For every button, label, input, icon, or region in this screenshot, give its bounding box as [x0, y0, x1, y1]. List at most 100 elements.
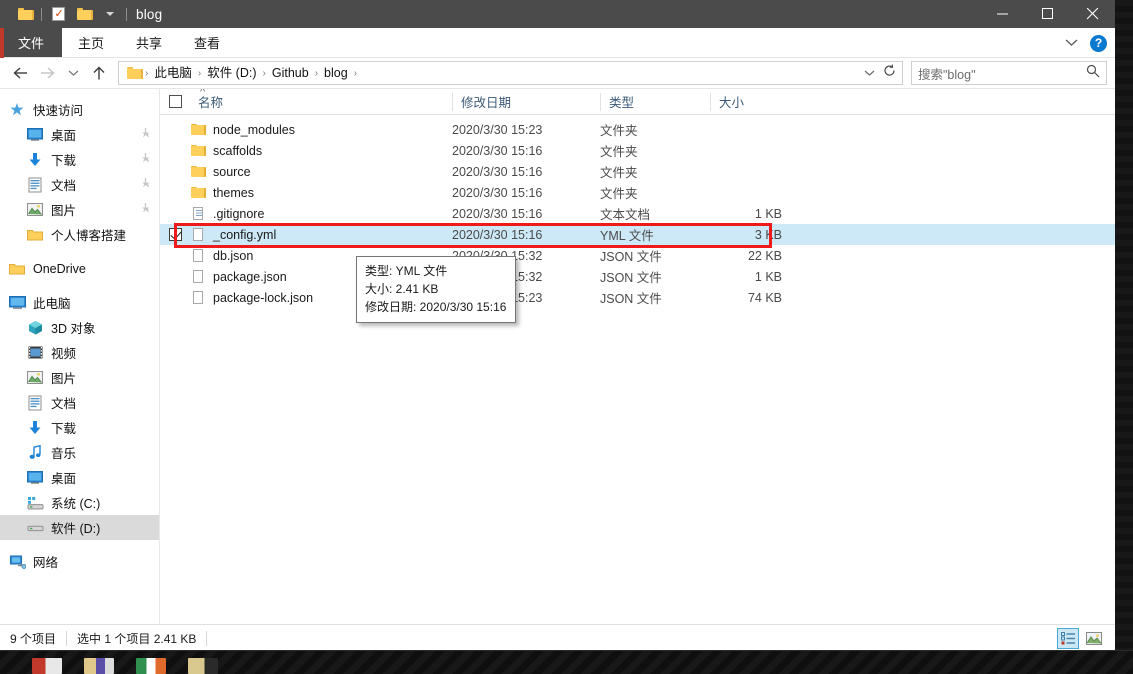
- breadcrumb-item-1[interactable]: 软件 (D:): [202, 62, 261, 84]
- folder-icon: [190, 143, 206, 159]
- sidebar-item-label: 软件 (D:): [51, 518, 100, 537]
- table-row[interactable]: .gitignore2020/3/30 15:16文本文档1 KB: [160, 203, 1115, 224]
- sidebar-item-label: 此电脑: [33, 293, 71, 312]
- accent-stripe: [0, 28, 4, 58]
- column-header-name[interactable]: 名称: [190, 93, 452, 111]
- sidebar-item-7[interactable]: 此电脑: [0, 290, 159, 315]
- cell-type: JSON 文件: [600, 288, 710, 307]
- breadcrumb-item-2[interactable]: Github: [267, 62, 314, 84]
- details-view-icon[interactable]: [1057, 628, 1079, 649]
- sidebar-item-14[interactable]: 桌面: [0, 465, 159, 490]
- table-row[interactable]: package.json2020/3/30 15:32JSON 文件1 KB: [160, 266, 1115, 287]
- close-icon[interactable]: [1070, 0, 1115, 28]
- up-arrow-icon[interactable]: [86, 60, 112, 86]
- onedrive-folder-icon: [8, 260, 26, 278]
- sidebar-item-15[interactable]: 系统 (C:): [0, 490, 159, 515]
- tab-share[interactable]: 共享: [120, 28, 178, 57]
- pin-icon[interactable]: [140, 202, 151, 217]
- pin-icon[interactable]: [140, 152, 151, 167]
- sidebar-item-12[interactable]: 下载: [0, 415, 159, 440]
- sidebar-item-2[interactable]: 下载: [0, 147, 159, 172]
- select-all-checkbox[interactable]: [160, 95, 190, 108]
- sidebar-item-label: 文档: [51, 175, 76, 194]
- drive-icon: [26, 519, 44, 537]
- table-row[interactable]: source2020/3/30 15:16文件夹: [160, 161, 1115, 182]
- customize-caret-icon[interactable]: [97, 0, 123, 28]
- cell-type: JSON 文件: [600, 267, 710, 286]
- view-mode-buttons: [1057, 628, 1105, 649]
- pin-icon[interactable]: [140, 127, 151, 142]
- column-header-type[interactable]: 类型: [600, 93, 710, 111]
- sidebar-item-label: 系统 (C:): [51, 493, 100, 512]
- taskbar-app-icon[interactable]: [136, 658, 166, 674]
- breadcrumb-folder-icon[interactable]: [127, 67, 141, 79]
- tab-view[interactable]: 查看: [178, 28, 236, 57]
- sidebar-item-4[interactable]: 图片: [0, 197, 159, 222]
- quick-access-star-icon: [8, 101, 26, 119]
- new-folder-icon[interactable]: [71, 0, 97, 28]
- cell-name: node_modules: [190, 122, 452, 138]
- taskbar-app-icon[interactable]: [188, 658, 218, 674]
- sidebar-item-1[interactable]: 桌面: [0, 122, 159, 147]
- pin-icon[interactable]: [140, 177, 151, 192]
- refresh-icon[interactable]: [883, 64, 896, 82]
- desktop-icon: [26, 126, 44, 144]
- file-explorer-window: ✓ blog 文件 主页 共享: [0, 0, 1115, 650]
- properties-icon[interactable]: ✓: [45, 0, 71, 28]
- sidebar-item-13[interactable]: 音乐: [0, 440, 159, 465]
- sidebar-item-10[interactable]: 图片: [0, 365, 159, 390]
- recent-locations-icon[interactable]: [60, 60, 86, 86]
- title-bar: ✓ blog: [0, 0, 1115, 28]
- breadcrumb[interactable]: › 此电脑 › 软件 (D:) › Github › blog ›: [118, 61, 903, 85]
- sidebar-item-17[interactable]: 网络: [0, 549, 159, 574]
- taskbar-app-icon[interactable]: [32, 658, 62, 674]
- minimize-icon[interactable]: [980, 0, 1025, 28]
- table-row[interactable]: db.json2020/3/30 15:32JSON 文件22 KB: [160, 245, 1115, 266]
- file-rows: node_modules2020/3/30 15:23文件夹scaffolds2…: [160, 115, 1115, 308]
- sidebar-item-9[interactable]: 视频: [0, 340, 159, 365]
- breadcrumb-item-0[interactable]: 此电脑: [149, 62, 197, 84]
- cell-date: 2020/3/30 15:23: [452, 123, 600, 137]
- column-header-date[interactable]: 修改日期: [452, 93, 600, 111]
- chevron-down-icon[interactable]: [864, 64, 875, 82]
- sidebar-item-6[interactable]: OneDrive: [0, 256, 159, 281]
- row-checkbox[interactable]: [160, 228, 190, 241]
- search-input[interactable]: 搜索"blog": [911, 61, 1107, 85]
- chevron-down-icon[interactable]: [1065, 34, 1078, 52]
- sidebar-item-8[interactable]: 3D 对象: [0, 315, 159, 340]
- taskbar-app-icon[interactable]: [84, 658, 114, 674]
- cell-size: 74 KB: [710, 291, 792, 305]
- tab-file[interactable]: 文件: [0, 28, 62, 57]
- table-row[interactable]: package-lock.json2020/3/30 15:23JSON 文件7…: [160, 287, 1115, 308]
- help-button[interactable]: ?: [1090, 35, 1107, 52]
- sidebar-item-label: 3D 对象: [51, 318, 95, 337]
- table-row[interactable]: _config.yml2020/3/30 15:16YML 文件3 KB: [160, 224, 1115, 245]
- cell-type: JSON 文件: [600, 246, 710, 265]
- file-list-pane: ^ 名称 修改日期 类型 大小 node_modules2020/3/30 15…: [160, 89, 1115, 624]
- forward-arrow-icon: [34, 60, 60, 86]
- folder-icon: [190, 122, 206, 138]
- column-header-size[interactable]: 大小: [710, 93, 792, 111]
- table-row[interactable]: themes2020/3/30 15:16文件夹: [160, 182, 1115, 203]
- sidebar-item-3[interactable]: 文档: [0, 172, 159, 197]
- file-name: package-lock.json: [213, 291, 313, 305]
- breadcrumb-item-3[interactable]: blog: [319, 62, 353, 84]
- file-icon: [190, 269, 206, 285]
- sidebar-item-0[interactable]: 快速访问: [0, 97, 159, 122]
- sidebar-item-label: 桌面: [51, 468, 76, 487]
- divider: [206, 631, 207, 646]
- maximize-icon[interactable]: [1025, 0, 1070, 28]
- sidebar-item-16[interactable]: 软件 (D:): [0, 515, 159, 540]
- table-row[interactable]: scaffolds2020/3/30 15:16文件夹: [160, 140, 1115, 161]
- tab-home[interactable]: 主页: [62, 28, 120, 57]
- back-arrow-icon[interactable]: [8, 60, 34, 86]
- large-icons-view-icon[interactable]: [1083, 628, 1105, 649]
- search-icon[interactable]: [1086, 64, 1100, 83]
- sidebar-item-5[interactable]: 个人博客搭建: [0, 222, 159, 247]
- sidebar-item-label: 桌面: [51, 125, 76, 144]
- cell-type: YML 文件: [600, 225, 710, 244]
- download-icon: [26, 151, 44, 169]
- table-row[interactable]: node_modules2020/3/30 15:23文件夹: [160, 119, 1115, 140]
- sidebar-item-11[interactable]: 文档: [0, 390, 159, 415]
- folder-icon[interactable]: [12, 0, 38, 28]
